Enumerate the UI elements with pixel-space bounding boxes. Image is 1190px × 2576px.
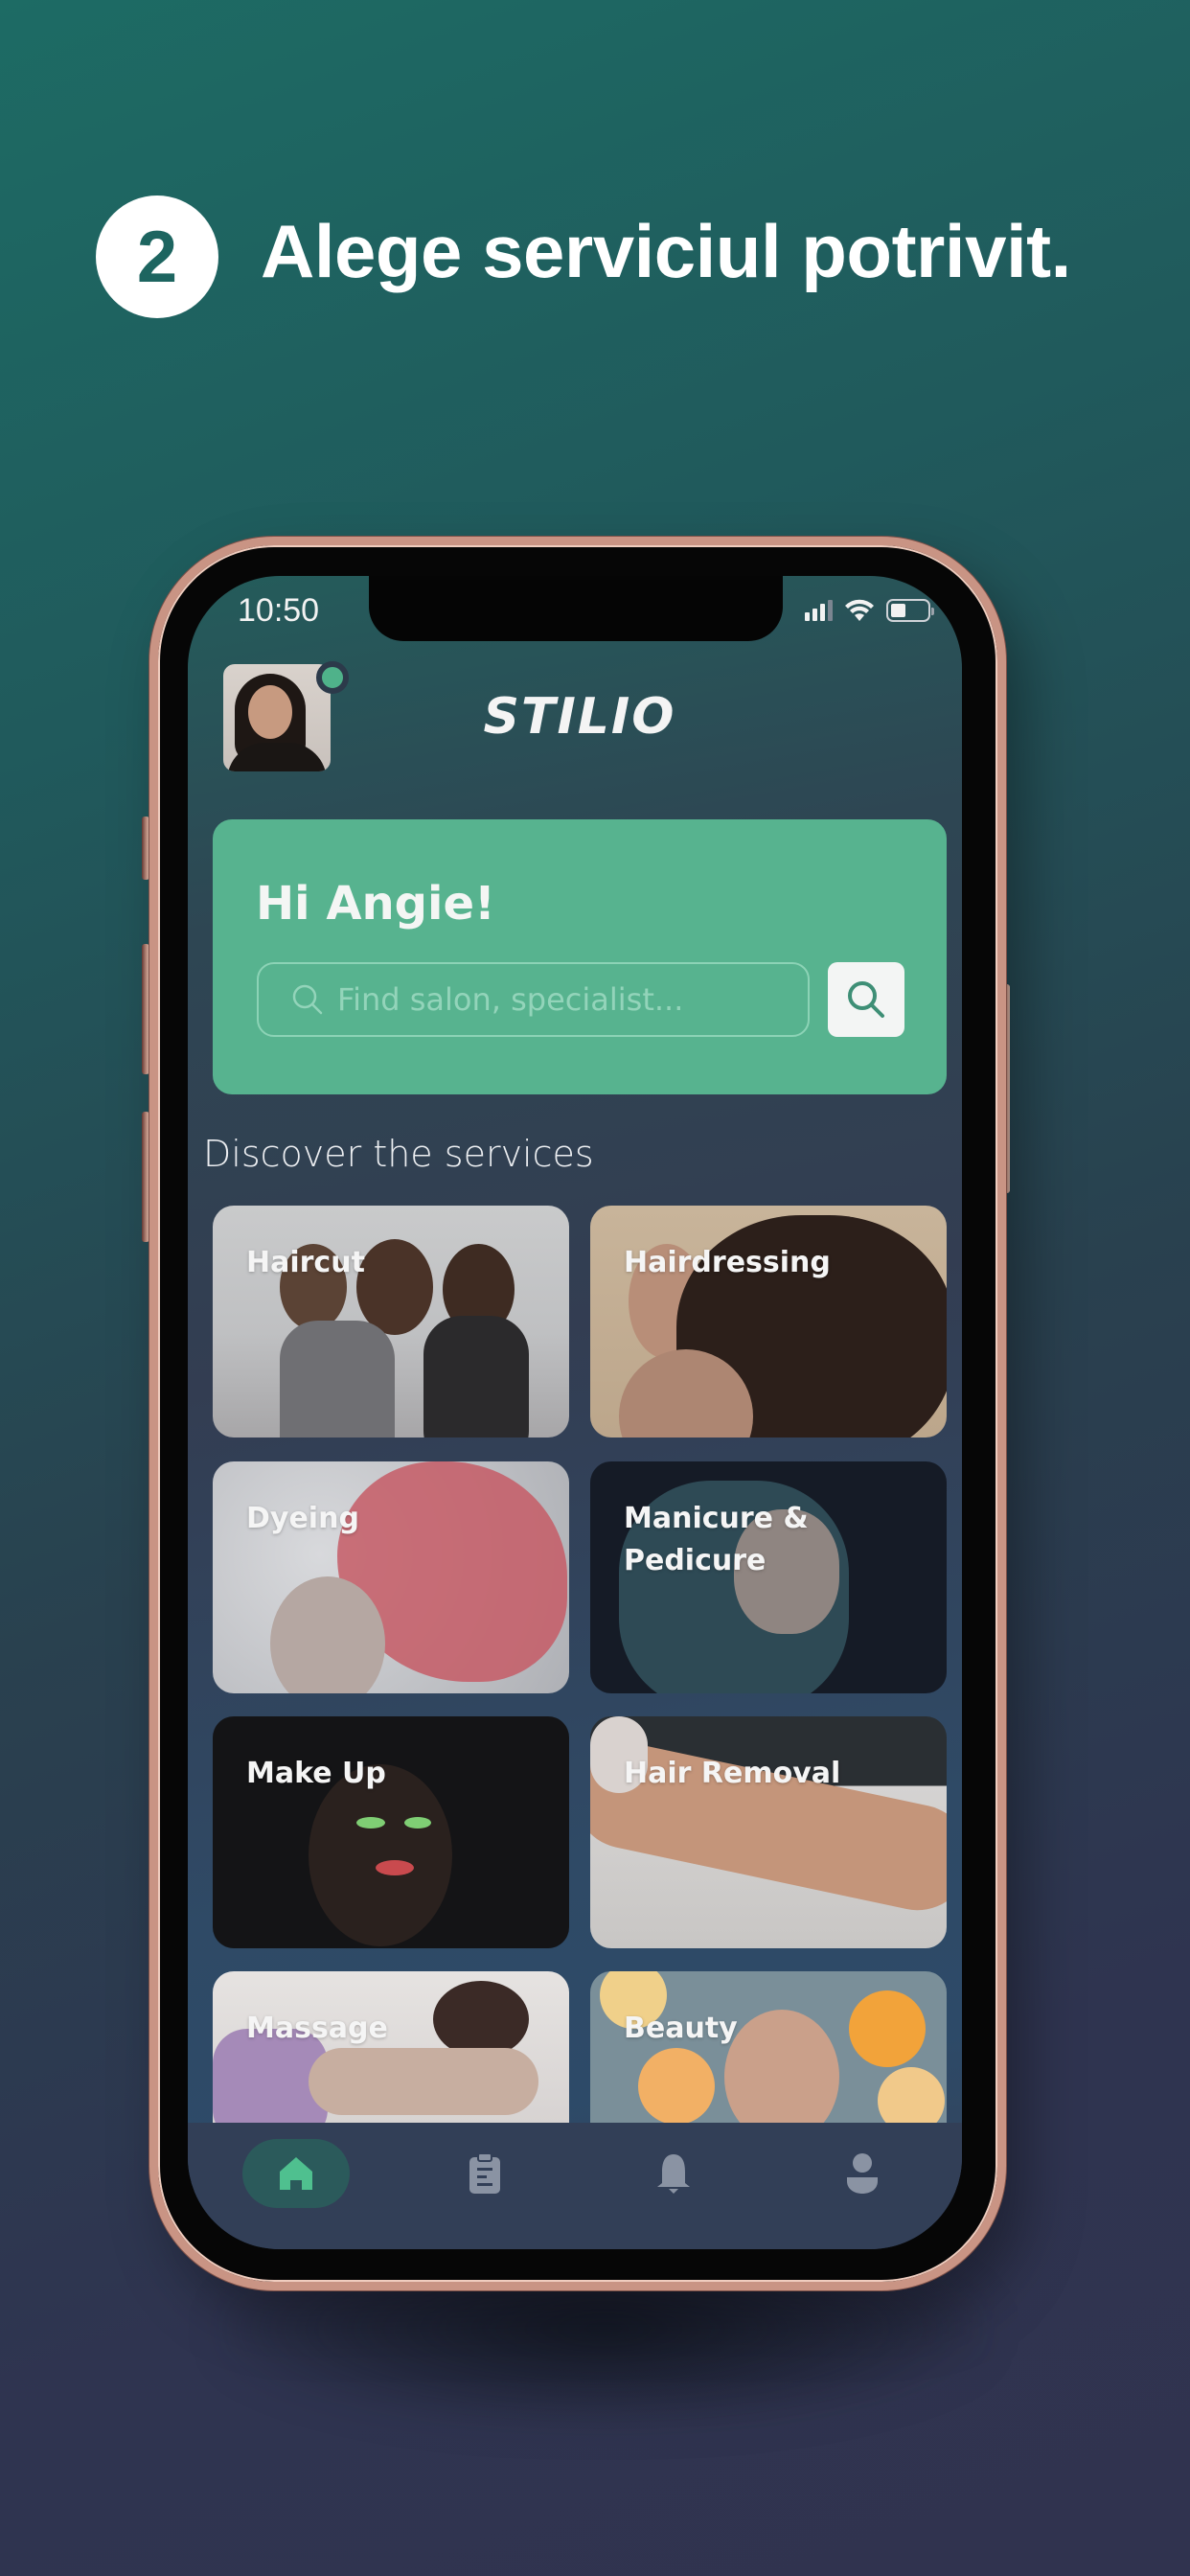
step-number-badge: 2 (96, 196, 218, 318)
section-title: Discover the services (203, 1133, 594, 1175)
status-time: 10:50 (238, 592, 320, 629)
phone-notch (369, 576, 783, 641)
service-label: Beauty (624, 2012, 738, 2045)
service-label: Manicure & Pedicure (624, 1502, 809, 1577)
signal-icon (805, 600, 833, 621)
service-tile-hairdressing[interactable]: Hairdressing (590, 1206, 947, 1438)
bell-icon (657, 2154, 690, 2194)
service-label: Make Up (246, 1757, 386, 1790)
service-tile-beauty[interactable]: Beauty (590, 1971, 947, 2123)
service-tile-manicure-pedicure[interactable]: Manicure & Pedicure (590, 1461, 947, 1693)
nav-profile[interactable] (809, 2139, 916, 2208)
app-logo: STILIO (483, 688, 676, 746)
promo-headline: Alege serviciul potrivit. (261, 209, 1071, 293)
search-icon (848, 981, 884, 1018)
service-tile-massage[interactable]: Massage (213, 1971, 569, 2123)
service-label: Massage (246, 2012, 388, 2045)
service-tile-hair-removal[interactable]: Hair Removal (590, 1716, 947, 1948)
wifi-icon (845, 599, 874, 621)
phone-mute-switch (142, 816, 149, 880)
phone-volume-up-button (142, 944, 149, 1074)
service-tile-make-up[interactable]: Make Up (213, 1716, 569, 1948)
user-icon (847, 2153, 878, 2194)
search-icon (292, 984, 323, 1015)
nav-home[interactable] (242, 2139, 350, 2208)
service-label: Dyeing (246, 1502, 359, 1535)
nav-appointments[interactable] (431, 2139, 538, 2208)
search-input[interactable]: Find salon, specialist... (257, 962, 810, 1037)
search-button[interactable] (828, 962, 904, 1037)
battery-icon (886, 599, 934, 622)
phone-volume-down-button (142, 1112, 149, 1242)
clipboard-icon (469, 2152, 500, 2194)
home-icon (280, 2157, 312, 2190)
greeting-text: Hi Angie! (256, 877, 495, 931)
service-tile-dyeing[interactable]: Dyeing (213, 1461, 569, 1693)
status-icons (805, 598, 934, 623)
service-label: Hairdressing (624, 1246, 831, 1279)
service-label: Hair Removal (624, 1757, 841, 1790)
service-tile-haircut[interactable]: Haircut (213, 1206, 569, 1438)
online-status-dot (316, 661, 349, 694)
greeting-card (213, 819, 947, 1094)
user-avatar[interactable] (223, 664, 331, 771)
nav-notifications[interactable] (620, 2139, 727, 2208)
search-placeholder: Find salon, specialist... (337, 981, 684, 1018)
service-label: Haircut (246, 1246, 365, 1279)
